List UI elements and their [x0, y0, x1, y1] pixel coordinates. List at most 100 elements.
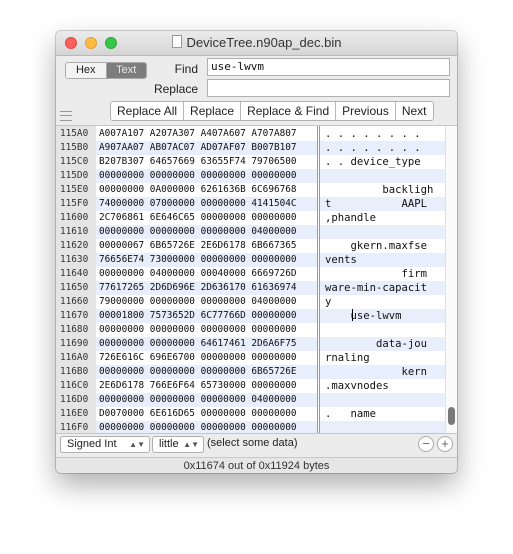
title-bar[interactable]: DeviceTree.n90ap_dec.bin	[56, 31, 457, 56]
hex-row[interactable]: 115B0 A907AA07 AB07AC07 AD07AF07 B007B107…	[56, 141, 445, 155]
hex-bytes-cell[interactable]: 2E6D6178 766E6F64 65730000 00000000	[99, 379, 297, 393]
hex-bytes-cell[interactable]: B207B307 64657669 63655F74 79706500	[99, 155, 297, 169]
offset-cell: 11650	[60, 282, 89, 293]
panel-resize-handle[interactable]	[60, 111, 72, 121]
hex-row[interactable]: 115F0 74000000 07000000 00000000 4141504C…	[56, 197, 445, 211]
hex-bytes-cell[interactable]: 76656E74 73000000 00000000 00000000	[99, 253, 297, 267]
hex-row[interactable]: 116C0 2E6D6178 766E6F64 65730000 00000000…	[56, 379, 445, 393]
hex-bytes-cell[interactable]: 00000000 00000000 64617461 2D6A6F75	[99, 337, 297, 351]
hex-row[interactable]: 11690 00000000 00000000 64617461 2D6A6F75…	[56, 337, 445, 351]
offset-cell: 11620	[60, 240, 89, 251]
hex-bytes-cell[interactable]: 00000000 04000000 00040000 6669726D	[99, 267, 297, 281]
text-cell[interactable]: .maxvnodes	[325, 379, 445, 393]
hex-bytes-cell[interactable]: 00000000 00000000 00000000 00000000	[99, 323, 297, 337]
hex-editor[interactable]: 115A0 A007A107 A207A307 A407A607 A707A807…	[56, 125, 457, 434]
text-cell[interactable]: vents	[325, 253, 445, 267]
offset-cell: 115F0	[60, 198, 89, 209]
hex-row[interactable]: 116A0 726E616C 696E6700 00000000 00000000…	[56, 351, 445, 365]
text-cell[interactable]: gkern.maxfse	[325, 239, 445, 253]
plus-button[interactable]: +	[437, 436, 453, 452]
text-cell[interactable]: . . device_type	[325, 155, 445, 169]
hex-bytes-cell[interactable]: 2C706861 6E646C65 00000000 00000000	[99, 211, 297, 225]
text-cell[interactable]: firm	[325, 267, 445, 281]
replace-all-button[interactable]: Replace All	[111, 102, 185, 120]
hex-row[interactable]: 116F0 00000000 00000000 00000000 00000000	[56, 421, 445, 433]
next-button[interactable]: Next	[396, 102, 433, 120]
offset-cell: 11610	[60, 226, 89, 237]
offset-cell: 11670	[60, 310, 89, 321]
hex-bytes-cell[interactable]: A007A107 A207A307 A407A607 A707A807	[99, 127, 297, 141]
hex-bytes-cell[interactable]: 00000000 00000000 00000000 00000000	[99, 421, 297, 433]
find-input[interactable]: use-lwvm	[207, 58, 450, 76]
hex-bytes-cell[interactable]: 00000000 00000000 00000000 6B65726E	[99, 365, 297, 379]
minus-button[interactable]: −	[418, 436, 434, 452]
text-cell[interactable]: rnaling	[325, 351, 445, 365]
text-cell[interactable]: data-jou	[325, 337, 445, 351]
text-cell[interactable]: t AAPL	[325, 197, 445, 211]
hex-row[interactable]: 11630 76656E74 73000000 00000000 00000000…	[56, 253, 445, 267]
hex-row[interactable]: 11620 00000067 6B65726E 2E6D6178 6B667365…	[56, 239, 445, 253]
hex-bytes-cell[interactable]: 79000000 00000000 00000000 04000000	[99, 295, 297, 309]
text-cell[interactable]: ,phandle	[325, 211, 445, 225]
hex-bytes-cell[interactable]: A907AA07 AB07AC07 AD07AF07 B007B107	[99, 141, 297, 155]
find-label: Find	[174, 62, 198, 76]
hex-bytes-cell[interactable]: 00000000 00000000 00000000 04000000	[99, 393, 297, 407]
offset-cell: 11660	[60, 296, 89, 307]
offset-cell: 116D0	[60, 394, 89, 405]
offset-cell: 115B0	[60, 142, 89, 153]
text-cell[interactable]: ware-min-capacit	[325, 281, 445, 295]
scrollbar-thumb[interactable]	[448, 407, 455, 425]
text-cell[interactable]: use-lwvm	[325, 309, 445, 323]
hex-row[interactable]: 11670 00001800 7573652D 6C77766D 00000000…	[56, 309, 445, 323]
status-text: 0x11674 out of 0x11924 bytes	[183, 460, 330, 472]
hex-row[interactable]: 11680 00000000 00000000 00000000 00000000	[56, 323, 445, 337]
hex-bytes-cell[interactable]: 00000000 00000000 00000000 00000000	[99, 169, 297, 183]
hex-bytes-cell[interactable]: 00001800 7573652D 6C77766D 00000000	[99, 309, 297, 323]
find-replace-buttons: Replace All Replace Replace & Find Previ…	[110, 101, 434, 121]
endian-value: little	[159, 438, 179, 450]
replace-and-find-button[interactable]: Replace & Find	[241, 102, 337, 120]
hex-bytes-cell[interactable]: 00000000 0A000000 6261636B 6C696768	[99, 183, 297, 197]
mode-hex-button[interactable]: Hex	[66, 63, 107, 78]
pane-divider[interactable]	[317, 126, 320, 433]
vertical-scrollbar[interactable]	[445, 126, 457, 433]
hex-row[interactable]: 115A0 A007A107 A207A307 A407A607 A707A807…	[56, 127, 445, 141]
text-caret	[352, 309, 353, 321]
hex-row[interactable]: 116B0 00000000 00000000 00000000 6B65726E…	[56, 365, 445, 379]
text-cell[interactable]: backligh	[325, 183, 445, 197]
hex-row[interactable]: 115D0 00000000 00000000 00000000 00000000	[56, 169, 445, 183]
replace-input[interactable]	[207, 79, 450, 97]
offset-cell: 116B0	[60, 366, 89, 377]
hex-bytes-cell[interactable]: 00000000 00000000 00000000 04000000	[99, 225, 297, 239]
hex-bytes-cell[interactable]: 77617265 2D6D696E 2D636170 61636974	[99, 281, 297, 295]
document-icon	[171, 35, 182, 48]
hex-row[interactable]: 115E0 00000000 0A000000 6261636B 6C696768…	[56, 183, 445, 197]
previous-button[interactable]: Previous	[336, 102, 396, 120]
hex-bytes-cell[interactable]: 00000067 6B65726E 2E6D6178 6B667365	[99, 239, 297, 253]
hex-row[interactable]: 116E0 D0070000 6E616D65 00000000 00000000…	[56, 407, 445, 421]
hex-bytes-cell[interactable]: 74000000 07000000 00000000 4141504C	[99, 197, 297, 211]
offset-cell: 116E0	[60, 408, 89, 419]
text-cell[interactable]: . . . . . . . .	[325, 127, 445, 141]
hex-bytes-cell[interactable]: D0070000 6E616D65 00000000 00000000	[99, 407, 297, 421]
hex-row[interactable]: 11610 00000000 00000000 00000000 04000000	[56, 225, 445, 239]
offset-cell: 115A0	[60, 128, 89, 139]
text-cell[interactable]: . name	[325, 407, 445, 421]
text-cell[interactable]: . . . . . . . .	[325, 141, 445, 155]
hex-row[interactable]: 11640 00000000 04000000 00040000 6669726D…	[56, 267, 445, 281]
data-type-select[interactable]: Signed Int ▲▼	[60, 436, 150, 453]
replace-button[interactable]: Replace	[184, 102, 242, 120]
hex-row[interactable]: 11650 77617265 2D6D696E 2D636170 61636974…	[56, 281, 445, 295]
hex-row[interactable]: 11600 2C706861 6E646C65 00000000 00000000…	[56, 211, 445, 225]
mode-segmented-control[interactable]: Hex Text	[65, 62, 147, 79]
hex-row[interactable]: 11660 79000000 00000000 00000000 04000000…	[56, 295, 445, 309]
offset-cell: 11640	[60, 268, 89, 279]
hex-bytes-cell[interactable]: 726E616C 696E6700 00000000 00000000	[99, 351, 297, 365]
offset-cell: 116C0	[60, 380, 89, 391]
text-cell[interactable]: kern	[325, 365, 445, 379]
window-title-wrap: DeviceTree.n90ap_dec.bin	[56, 35, 457, 50]
endian-select[interactable]: little ▲▼	[152, 436, 204, 453]
hex-row[interactable]: 116D0 00000000 00000000 00000000 04000000	[56, 393, 445, 407]
hex-row[interactable]: 115C0 B207B307 64657669 63655F74 79706500…	[56, 155, 445, 169]
text-cell[interactable]: y	[325, 295, 445, 309]
